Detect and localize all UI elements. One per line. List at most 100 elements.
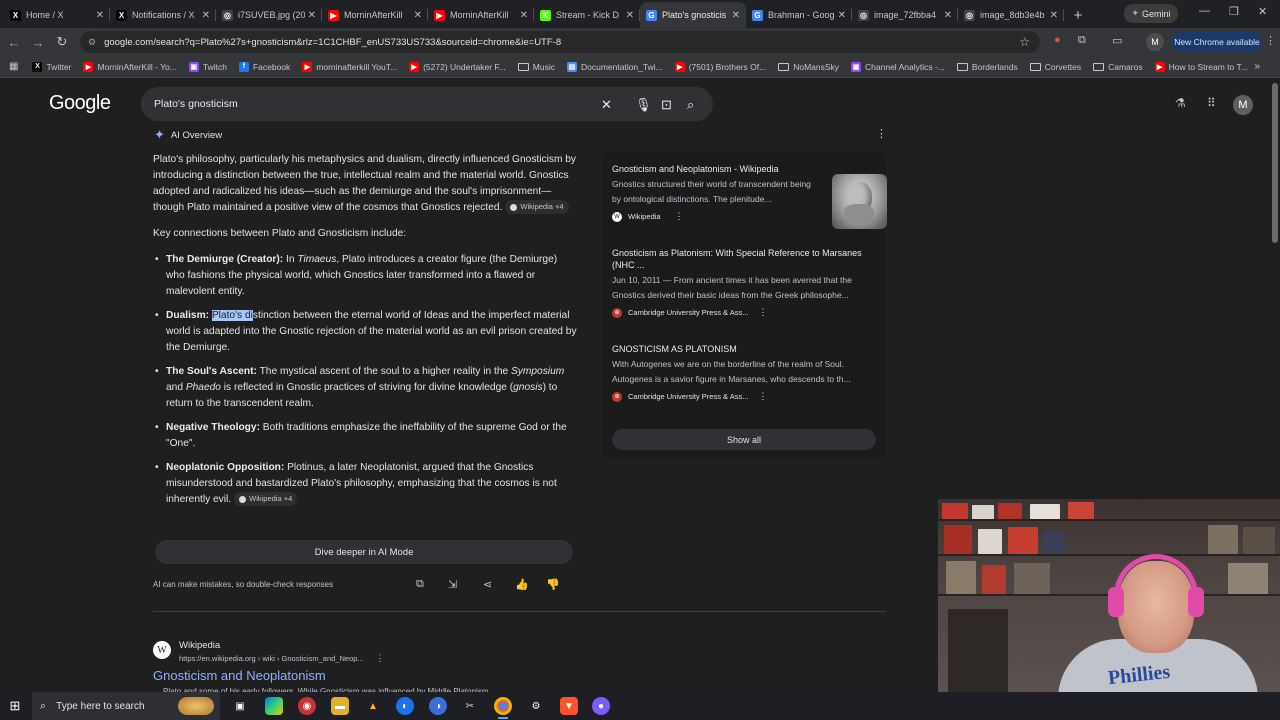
tab-item[interactable]: ◎ image_8db3e4b ✕ [958,2,1064,28]
dive-deeper-ai-mode-button[interactable]: Dive deeper in AI Mode [155,540,573,564]
capture-icon[interactable]: ✂ [461,697,479,715]
export-icon[interactable]: ⇲ [448,578,457,591]
source-title[interactable]: GNOSTICISM AS PLATONISM [612,343,877,355]
thumbs-down-icon[interactable]: 👎 [546,578,560,591]
result-url[interactable]: https://en.wikipedia.org › wiki › Gnosti… [179,653,385,664]
result-more-icon[interactable]: ⋮ [376,653,385,663]
address-bar[interactable]: ⚙ google.com/search?q=Plato%27s+gnostici… [80,31,1040,53]
tab-close-icon[interactable]: ✕ [96,10,104,21]
source-more-icon[interactable]: ⋮ [675,211,684,222]
menu-kebab-icon[interactable]: ⋮ [1265,34,1276,47]
tab-close-icon[interactable]: ✕ [1050,10,1058,21]
citation-chip[interactable]: Wikipedia +4 [505,200,569,215]
brave-icon[interactable]: ▼ [560,697,578,715]
tab-item[interactable]: ▶ MorninAfterKill ✕ [322,2,428,28]
tab-close-icon[interactable]: ✕ [838,10,846,21]
lens-search-icon[interactable]: ⊡ [661,97,672,113]
gemini-button[interactable]: ✦ Gemini [1124,4,1178,23]
tab-close-icon[interactable]: ✕ [520,10,528,21]
bookmark-item[interactable]: Corvettes [1029,62,1081,72]
copilot-icon[interactable] [265,697,283,715]
bookmark-item[interactable]: Music [517,62,555,72]
bookmark-item[interactable]: ▣ Twitch [188,61,227,72]
tab-close-icon[interactable]: ✕ [732,10,740,21]
edge-icon[interactable]: ◐ [396,697,414,715]
bookmark-item[interactable]: Borderlands [956,62,1018,72]
bookmark-item[interactable]: ▶ How to Stream to T... [1154,61,1248,72]
settings-gear-icon[interactable]: ⚙ [527,697,545,715]
tab-item[interactable]: X Notifications / X ✕ [110,2,216,28]
thumbs-up-icon[interactable]: 👍 [515,578,529,591]
source-card[interactable]: Gnosticism and Neoplatonism - Wikipedia … [612,163,887,229]
source-title[interactable]: Gnosticism as Platonism: With Special Re… [612,247,877,271]
source-card[interactable]: GNOSTICISM AS PLATONISM With Autogenes w… [612,343,877,402]
ai-overview-more-icon[interactable]: ⋮ [876,127,887,140]
site-info-icon[interactable]: ⚙ [88,37,96,48]
close-window-icon[interactable]: ✕ [1258,5,1267,18]
tab-item[interactable]: K Stream - Kick D ✕ [534,2,640,28]
tab-close-icon[interactable]: ✕ [626,10,634,21]
new-chrome-available-button[interactable]: New Chrome available [1172,32,1262,52]
tab-close-icon[interactable]: ✕ [202,10,210,21]
tab-close-icon[interactable]: ✕ [944,10,952,21]
result-site-name[interactable]: Wikipedia [179,640,220,651]
source-title[interactable]: Gnosticism and Neoplatonism - Wikipedia [612,163,812,175]
tab-item[interactable]: G Brahman - Goog ✕ [746,2,852,28]
reload-icon[interactable]: ↻ [50,34,74,50]
bookmark-item[interactable]: ▶ (5272) Undertaker F... [409,61,506,72]
restore-icon[interactable]: ❐ [1229,5,1239,18]
source-more-icon[interactable]: ⋮ [758,307,767,318]
forward-icon[interactable]: → [26,35,50,50]
source-more-icon[interactable]: ⋮ [758,391,767,402]
file-explorer-icon[interactable]: ▬ [331,697,349,715]
google-apps-icon[interactable]: ⠿ [1207,96,1216,110]
share-icon[interactable]: ⋖ [483,578,492,591]
bookmark-item[interactable]: ▶ (7501) Brothers Of... [674,61,766,72]
bookmark-item[interactable]: ▣ Channel Analytics -... [851,61,945,72]
vlc-icon[interactable]: ▲ [364,697,382,715]
tab-item[interactable]: ▶ MorninAfterKill ✕ [428,2,534,28]
extensions-icon[interactable]: ⧉ [1078,34,1086,47]
bookmark-item[interactable]: Camaros [1093,62,1143,72]
google-account-avatar[interactable]: M [1233,95,1253,115]
bookmark-item[interactable]: ▤ Documentation_Twi... [566,61,663,72]
search-highlight-image[interactable] [178,697,214,715]
task-view-icon[interactable]: ▣ [231,697,249,715]
extension-red-icon[interactable]: ● [1054,34,1061,46]
bookmark-item[interactable]: NoMansSky [778,62,839,72]
bookmark-item[interactable]: X Twitter [32,61,71,72]
bookmark-item[interactable]: ▶ MorninAfterKill - Yo... [83,61,177,72]
profile-avatar[interactable]: M [1146,33,1164,51]
tab-active[interactable]: G Plato's gnosticis ✕ [640,2,746,28]
new-tab-button[interactable]: + [1064,2,1092,28]
tab-item[interactable]: X Home / X ✕ [4,2,110,28]
search-box[interactable]: Plato's gnosticism ✕ 🎙 ⊡ ⌕ [141,87,713,121]
app-icon[interactable]: ◑ [429,697,447,715]
more-bookmarks-icon[interactable]: » [1254,61,1260,72]
apps-grid-icon[interactable]: ▦ [9,61,18,72]
citation-chip[interactable]: Wikipedia +4 [234,492,298,507]
app-icon[interactable]: ◉ [298,697,316,715]
tab-close-icon[interactable]: ✕ [414,10,422,21]
show-all-sources-button[interactable]: Show all [612,429,876,450]
labs-flask-icon[interactable]: ⚗ [1175,96,1186,110]
scrollbar-thumb[interactable] [1272,83,1278,243]
bookmark-item[interactable]: ▶ morninafterkill YouT... [302,61,397,72]
clear-search-icon[interactable]: ✕ [601,97,612,113]
chrome-icon[interactable] [494,697,512,719]
back-icon[interactable]: ← [2,35,26,50]
copy-icon[interactable]: ⧉ [416,578,424,591]
minimize-icon[interactable]: — [1199,5,1210,17]
bookmark-item[interactable]: f Facebook [238,61,290,72]
plato-bust-thumbnail[interactable] [832,174,887,229]
tab-item[interactable]: ◎ i7SUVEB.jpg (20 ✕ [216,2,322,28]
start-button[interactable]: ⊞ [0,698,30,714]
tab-close-icon[interactable]: ✕ [308,10,316,21]
screen-cast-icon[interactable]: ▭ [1112,34,1122,47]
tab-item[interactable]: ◎ image_72fbba4 ✕ [852,2,958,28]
search-icon[interactable]: ⌕ [687,97,694,113]
bookmark-star-icon[interactable]: ☆ [1019,35,1030,49]
google-logo[interactable]: Google [49,92,111,115]
voice-search-icon[interactable]: 🎙 [635,97,652,113]
result-title-link[interactable]: Gnosticism and Neoplatonism [153,668,326,683]
